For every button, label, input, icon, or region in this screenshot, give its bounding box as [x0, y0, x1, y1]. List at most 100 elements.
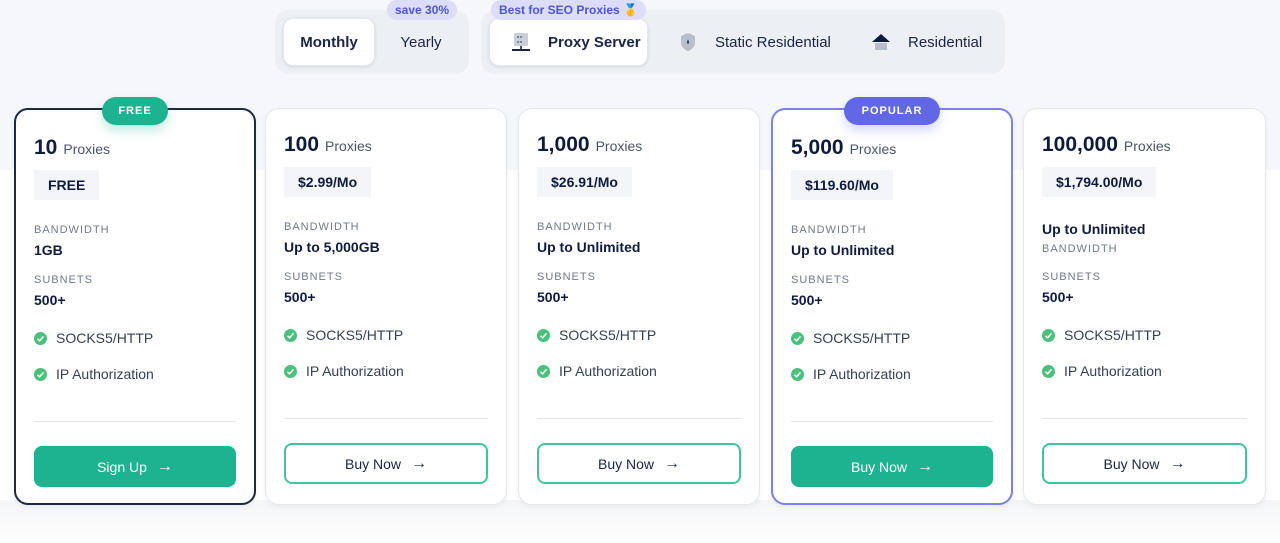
subnets-spec: SUBNETS 500+: [34, 274, 236, 308]
proxy-unit: Proxies: [325, 138, 372, 154]
tab-proxy-server[interactable]: Proxy Server: [489, 18, 648, 66]
divider: [1042, 418, 1247, 419]
buy-now-button[interactable]: Buy Now →: [791, 446, 993, 487]
feature-label: SOCKS5/HTTP: [56, 330, 154, 346]
check-icon: [34, 331, 47, 345]
divider: [284, 418, 488, 419]
plan-title: 10 Proxies: [34, 136, 236, 160]
feature-label: IP Authorization: [1064, 363, 1162, 379]
proxy-count: 10: [34, 136, 58, 159]
feature-label: IP Authorization: [813, 366, 911, 382]
feature-label: IP Authorization: [56, 366, 154, 382]
feature-item: SOCKS5/HTTP: [537, 327, 741, 343]
feature-item: IP Authorization: [1042, 363, 1247, 379]
feature-item: SOCKS5/HTTP: [34, 330, 236, 346]
check-icon: [1042, 364, 1055, 378]
plan-title: 100,000 Proxies: [1042, 133, 1247, 157]
bandwidth-spec: BANDWIDTH Up to 5,000GB: [284, 221, 488, 255]
bandwidth-value: Up to Unlimited: [1042, 221, 1146, 237]
feature-item: IP Authorization: [34, 366, 236, 382]
bandwidth-value: Up to Unlimited: [791, 242, 895, 258]
bandwidth-spec: Up to Unlimited BANDWIDTH: [1042, 221, 1247, 255]
plan-card-10: FREE 10 Proxies FREE BANDWIDTH 1GB SUBNE…: [14, 97, 256, 505]
billing-monthly-button[interactable]: Monthly: [283, 18, 375, 66]
subnets-label: SUBNETS: [537, 271, 596, 283]
subnets-value: 500+: [791, 292, 823, 308]
cta-label: Sign Up: [97, 458, 147, 475]
arrow-right-icon: →: [917, 457, 934, 475]
feature-label: SOCKS5/HTTP: [1064, 327, 1162, 343]
check-icon: [791, 331, 804, 345]
subnets-value: 500+: [284, 289, 316, 305]
cta-label: Buy Now: [1103, 455, 1160, 472]
arrow-right-icon: →: [664, 454, 681, 472]
server-icon: [510, 31, 532, 53]
check-icon: [284, 364, 297, 378]
buy-now-button[interactable]: Buy Now →: [284, 443, 488, 484]
proxy-unit: Proxies: [63, 141, 111, 157]
subnets-spec: SUBNETS 500+: [284, 271, 488, 305]
plan-price: $26.91/Mo: [537, 167, 632, 197]
feature-item: IP Authorization: [284, 363, 488, 379]
subnets-spec: SUBNETS 500+: [791, 274, 993, 308]
feature-label: SOCKS5/HTTP: [813, 330, 911, 346]
feature-label: SOCKS5/HTTP: [559, 327, 657, 343]
plan-price: $119.60/Mo: [791, 170, 893, 200]
proxy-unit: Proxies: [595, 138, 643, 154]
check-icon: [791, 367, 804, 381]
sign-up-button[interactable]: Sign Up →: [34, 446, 236, 487]
plan-price: $2.99/Mo: [284, 167, 372, 197]
proxy-count: 100: [284, 133, 320, 156]
proxy-count: 5,000: [791, 136, 844, 159]
plan-card-1000: 1,000 Proxies $26.91/Mo BANDWIDTH Up to …: [518, 108, 760, 505]
proxy-unit: Proxies: [1123, 138, 1171, 154]
subnets-label: SUBNETS: [1042, 271, 1101, 283]
arrow-right-icon: →: [1169, 454, 1186, 472]
plan-price: FREE: [34, 170, 100, 200]
feature-item: IP Authorization: [791, 366, 993, 382]
popular-badge: POPULAR: [844, 97, 940, 125]
subnets-spec: SUBNETS 500+: [1042, 271, 1247, 305]
feature-item: SOCKS5/HTTP: [284, 327, 488, 343]
subnets-label: SUBNETS: [34, 274, 93, 286]
arrow-right-icon: →: [411, 454, 428, 472]
billing-yearly-button[interactable]: Yearly: [379, 18, 463, 66]
buy-now-button[interactable]: Buy Now →: [1042, 443, 1247, 484]
bandwidth-label: BANDWIDTH: [1042, 243, 1118, 255]
shield-icon: [677, 31, 699, 53]
bandwidth-value: 1GB: [34, 242, 63, 258]
bandwidth-label: BANDWIDTH: [537, 221, 613, 233]
plan-title: 5,000 Proxies: [791, 136, 993, 160]
subnets-label: SUBNETS: [791, 274, 850, 286]
buy-now-button[interactable]: Buy Now →: [537, 443, 741, 484]
divider: [34, 421, 236, 422]
plan-title: 1,000 Proxies: [537, 133, 741, 157]
tab-static-residential[interactable]: Static Residential: [671, 18, 841, 66]
check-icon: [1042, 328, 1055, 342]
seo-badge: Best for SEO Proxies 🥇: [491, 0, 646, 20]
proxy-unit: Proxies: [849, 141, 897, 157]
feature-item: SOCKS5/HTTP: [1042, 327, 1247, 343]
arrow-right-icon: →: [156, 457, 173, 475]
cta-label: Buy Now: [850, 458, 908, 475]
feature-label: IP Authorization: [559, 363, 657, 379]
bandwidth-spec: BANDWIDTH 1GB: [34, 224, 236, 258]
tab-residential-label: Residential: [908, 33, 983, 51]
divider: [537, 418, 741, 419]
bandwidth-label: BANDWIDTH: [791, 224, 867, 236]
bandwidth-label: BANDWIDTH: [284, 221, 360, 233]
background-fade: [0, 500, 1280, 543]
subnets-value: 500+: [1042, 289, 1074, 305]
check-icon: [34, 367, 47, 381]
check-icon: [284, 328, 297, 342]
check-icon: [537, 364, 550, 378]
cta-label: Buy Now: [344, 455, 402, 472]
tab-residential[interactable]: Residential: [866, 18, 996, 66]
plan-price: $1,794.00/Mo: [1042, 167, 1157, 197]
bandwidth-value: Up to Unlimited: [537, 239, 641, 255]
feature-label: SOCKS5/HTTP: [306, 327, 404, 343]
cta-label: Buy Now: [597, 455, 655, 472]
subnets-value: 500+: [34, 292, 66, 308]
save-badge: save 30%: [387, 0, 458, 20]
tab-static-residential-label: Static Residential: [715, 33, 831, 51]
